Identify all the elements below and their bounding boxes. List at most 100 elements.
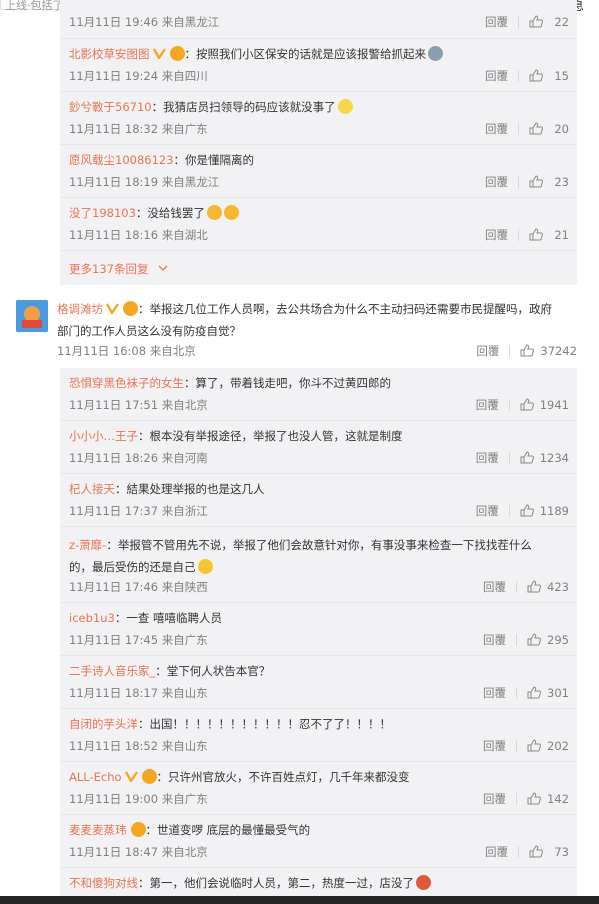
reply-text: ：只许州官放火，不许百姓点灯，几千年来都没变 bbox=[156, 770, 410, 784]
reply-username[interactable]: iceb1u3 bbox=[69, 611, 115, 625]
verified-icon bbox=[106, 303, 119, 314]
comment-meta: 11月11日 16:08 来自北京 回覆 37242 bbox=[57, 343, 577, 359]
like-icon[interactable] bbox=[527, 580, 541, 593]
taskbar bbox=[0, 896, 599, 904]
like-icon[interactable] bbox=[529, 122, 543, 135]
like-icon[interactable] bbox=[527, 633, 541, 646]
list-item: 小小小…王子：根本没有举报途径，举报了也没人管，这就是制度 bbox=[69, 428, 569, 444]
reply-time: 11月11日 18:32 来自广东 bbox=[69, 122, 208, 136]
like-icon[interactable] bbox=[529, 228, 543, 241]
reply-username[interactable]: 不和傻狗对线 bbox=[69, 876, 138, 890]
list-item: 11月11日 19:46 来自黑龙江 回覆 22 bbox=[69, 14, 569, 30]
list-item: 不和傻狗对线：第一，他们会说临时人员，第二，热度一过，店没了 bbox=[69, 875, 569, 891]
reply-actions: 回覆 23 bbox=[464, 174, 569, 190]
like-icon[interactable] bbox=[520, 398, 534, 411]
like-count: 1189 bbox=[539, 504, 569, 518]
list-item: 鈔兮斁于56710：我猜店员扫领导的码应该就没事了 bbox=[69, 99, 569, 115]
like-icon[interactable] bbox=[529, 175, 543, 188]
reply-button[interactable]: 回覆 bbox=[462, 791, 506, 807]
reply-button[interactable]: 回覆 bbox=[462, 685, 506, 701]
reply-time: 11月11日 18:26 来自河南 bbox=[69, 451, 208, 465]
list-item-meta: 11月11日 17:51 来自北京 回覆 1941 bbox=[69, 397, 569, 413]
list-item: 麦麦麦蒸玮 ：世道变啰 底层的最懂最受气的 bbox=[69, 822, 569, 838]
reply-username[interactable]: 鈔兮斁于56710 bbox=[69, 100, 152, 114]
list-item-meta: 11月11日 18:19 来自黑龙江 回覆 23 bbox=[69, 174, 569, 190]
reply-actions: 回覆 301 bbox=[462, 685, 569, 701]
comment-text-cont: 部门的工作人员这么没有防疫自觉？ bbox=[57, 324, 241, 338]
like-icon[interactable] bbox=[527, 739, 541, 752]
reply-username[interactable]: 杞人接天 bbox=[69, 482, 115, 496]
like-icon[interactable] bbox=[529, 845, 543, 858]
badge-icon bbox=[123, 301, 138, 316]
like-count: 20 bbox=[554, 122, 569, 136]
reply-username[interactable]: ALL-Echo bbox=[69, 770, 122, 784]
reply-username[interactable]: 麦麦麦蒸玮 bbox=[69, 823, 127, 837]
reply-button[interactable]: 回覆 bbox=[455, 503, 499, 519]
reply-time: 11月11日 18:16 来自湖北 bbox=[69, 228, 208, 242]
like-icon[interactable] bbox=[529, 15, 543, 28]
like-count: 1234 bbox=[539, 451, 569, 465]
comment-time: 11月11日 16:08 来自北京 bbox=[57, 344, 196, 358]
reply-username[interactable]: 愿风载尘10086123 bbox=[69, 153, 174, 167]
reply-button[interactable]: 回覆 bbox=[455, 343, 499, 359]
list-item-meta: 11月11日 18:47 来自北京 回覆 73 bbox=[69, 844, 569, 860]
reply-text: ：你是懂隔离的 bbox=[173, 153, 255, 167]
like-icon[interactable] bbox=[520, 344, 535, 357]
more-replies-link[interactable]: 更多137条回复 bbox=[69, 261, 168, 277]
reply-text: ：堂下何人状告本官？ bbox=[155, 664, 271, 678]
reply-time: 11月11日 19:00 来自广东 bbox=[69, 792, 208, 806]
reply-button[interactable]: 回覆 bbox=[455, 450, 499, 466]
reply-time: 11月11日 18:52 来自山东 bbox=[69, 739, 208, 753]
like-count: 73 bbox=[554, 845, 569, 859]
list-item-meta: 11月11日 18:32 来自广东 回覆 20 bbox=[69, 121, 569, 137]
reply-text: ：第一，他们会说临时人员，第二，热度一过，店没了 bbox=[138, 876, 414, 890]
reply-username[interactable]: 自闭的芋头洋 bbox=[69, 717, 138, 731]
reply-username[interactable]: 没了198103 bbox=[69, 206, 136, 220]
reply-actions: 回覆 1189 bbox=[455, 503, 569, 519]
reply-actions: 回覆 202 bbox=[462, 738, 569, 754]
reply-username[interactable]: 恐惧穿黑色袜子的女生 bbox=[69, 376, 184, 390]
list-item-meta: 11月11日 17:46 来自陕西 回覆 423 bbox=[69, 579, 569, 595]
reply-button[interactable]: 回覆 bbox=[464, 844, 508, 860]
like-count: 202 bbox=[547, 739, 569, 753]
reply-text-cont: 的，最后受伤的还是自己 bbox=[69, 560, 196, 574]
reply-time: 11月11日 18:17 来自山东 bbox=[69, 686, 208, 700]
list-item: ALL-Echo ：只许州官放火，不许百姓点灯，几千年来都没变 bbox=[69, 769, 569, 785]
list-item-meta: 11月11日 18:17 来自山东 回覆 301 bbox=[69, 685, 569, 701]
reply-button[interactable]: 回覆 bbox=[464, 227, 508, 243]
reply-button[interactable]: 回覆 bbox=[455, 397, 499, 413]
reply-button[interactable]: 回覆 bbox=[462, 632, 506, 648]
list-item-meta: 11月11日 19:00 来自广东 回覆 142 bbox=[69, 791, 569, 807]
like-count: 142 bbox=[547, 792, 569, 806]
comment-body: 格调滩坊 ：举报这几位工作人员啊，去公共场合为什么不主动扫码还需要市民提醒吗，政府… bbox=[57, 298, 577, 342]
avatar[interactable] bbox=[16, 300, 48, 332]
reply-username[interactable]: 小小小…王子 bbox=[69, 429, 138, 443]
avatar-image bbox=[16, 300, 48, 332]
reply-button[interactable]: 回覆 bbox=[462, 579, 506, 595]
emoji-icon bbox=[206, 205, 222, 220]
reply-actions: 回覆 15 bbox=[464, 68, 569, 84]
reply-time: 11月11日 17:51 来自北京 bbox=[69, 398, 208, 412]
like-icon[interactable] bbox=[520, 504, 534, 517]
list-item: iceb1u3：一查 嘻嘻临聘人员 bbox=[69, 610, 569, 626]
like-icon[interactable] bbox=[520, 451, 534, 464]
list-item-meta: 11月11日 19:24 来自四川 回覆 15 bbox=[69, 68, 569, 84]
reply-username[interactable]: 二手诗人音乐家_ bbox=[69, 664, 155, 678]
comment-username[interactable]: 格调滩坊 bbox=[57, 302, 103, 316]
like-icon[interactable] bbox=[529, 69, 543, 82]
verified-icon bbox=[124, 771, 138, 782]
like-count: 1941 bbox=[539, 398, 569, 412]
list-item: 北影校草安图图 ：按照我们小区保安的话就是应该报警给抓起来 bbox=[69, 46, 569, 62]
reply-button[interactable]: 回覆 bbox=[462, 738, 506, 754]
reply-button[interactable]: 回覆 bbox=[464, 14, 508, 30]
reply-button[interactable]: 回覆 bbox=[464, 121, 508, 137]
reply-actions: 回覆 22 bbox=[464, 14, 569, 30]
reply-username[interactable]: 北影校草安图图 bbox=[69, 47, 150, 61]
reply-button[interactable]: 回覆 bbox=[464, 174, 508, 190]
like-icon[interactable] bbox=[527, 686, 541, 699]
reply-button[interactable]: 回覆 bbox=[464, 68, 508, 84]
like-icon[interactable] bbox=[527, 792, 541, 805]
reply-actions: 回覆 423 bbox=[462, 579, 569, 595]
reply-username[interactable]: z-萧靡- bbox=[69, 538, 106, 552]
emoji-icon bbox=[337, 99, 353, 114]
